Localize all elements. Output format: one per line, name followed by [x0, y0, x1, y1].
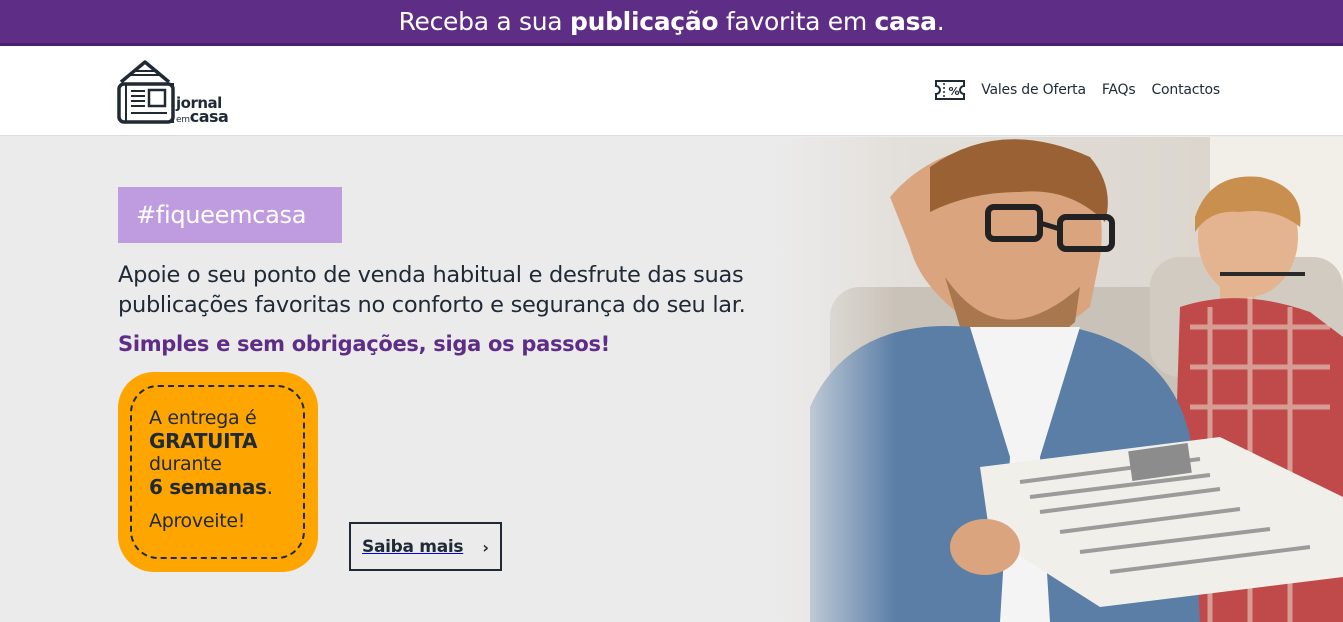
- saiba-mais-button[interactable]: Saiba mais ›: [349, 522, 502, 571]
- promo-bar: Receba a sua publicação favorita em casa…: [0, 0, 1343, 46]
- offer-line-1: A entrega é: [149, 407, 257, 429]
- logo-wordmark: jornal emcasa: [176, 96, 229, 127]
- hero-subheading: Simples e sem obrigações, siga os passos…: [118, 332, 610, 356]
- hashtag-badge: #fiqueemcasa: [118, 187, 342, 243]
- logo-casa: casa: [189, 107, 229, 126]
- main-nav: % Vales de Oferta FAQs Contactos: [935, 80, 1220, 100]
- chevron-right-icon: ›: [482, 538, 489, 557]
- logo-em: em: [176, 115, 190, 125]
- house-newspaper-icon: [117, 60, 175, 124]
- nav-vales-de-oferta[interactable]: Vales de Oferta: [981, 82, 1086, 98]
- hero-lead-line-2: publicações favoritas no conforto e segu…: [118, 292, 746, 318]
- saiba-mais-label: Saiba mais: [362, 536, 464, 557]
- hero-lead-line-1: Apoie o seu ponto de venda habitual e de…: [118, 262, 744, 288]
- nav-contactos[interactable]: Contactos: [1151, 82, 1220, 98]
- hashtag-text: #fiqueemcasa: [136, 201, 307, 229]
- coupon-percent-icon[interactable]: %: [935, 80, 966, 100]
- offer-line-5: Aproveite!: [149, 510, 246, 532]
- hero-lead-text: Apoie o seu ponto de venda habitual e de…: [118, 260, 838, 320]
- free-delivery-badge-border: A entrega é GRATUITA durante 6 semanas. …: [130, 385, 305, 559]
- offer-line-3: durante: [149, 453, 222, 475]
- hero-section: #fiqueemcasa Apoie o seu ponto de venda …: [0, 137, 1343, 622]
- offer-line-2: GRATUITA: [149, 429, 258, 453]
- promo-text: Receba a sua publicação favorita em casa…: [398, 7, 945, 36]
- svg-text:%: %: [949, 85, 960, 98]
- nav-faqs[interactable]: FAQs: [1102, 82, 1136, 98]
- hero-photo: [770, 137, 1343, 622]
- site-header: jornal emcasa % Vales de Oferta FAQs Con…: [0, 46, 1343, 136]
- offer-line-4: 6 semanas.: [149, 475, 273, 499]
- free-delivery-badge: A entrega é GRATUITA durante 6 semanas. …: [118, 372, 318, 572]
